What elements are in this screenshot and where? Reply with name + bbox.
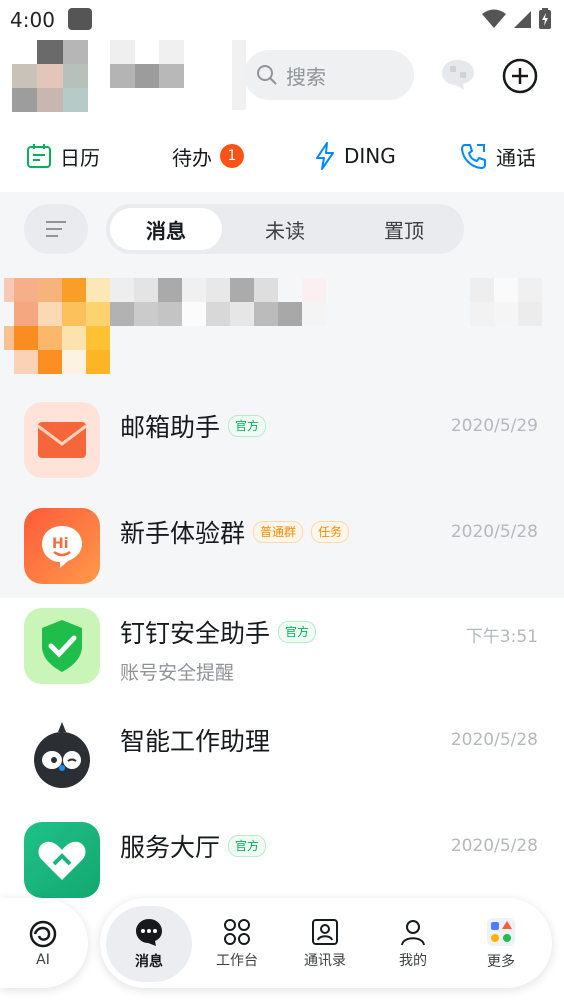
nav-more[interactable]: 更多 [458,906,544,982]
lightning-icon [316,142,334,170]
shortcut-todo[interactable]: 待办 1 [172,138,244,174]
shortcut-call[interactable]: 通话 [460,138,536,174]
robot-avatar-icon [24,716,100,792]
shortcut-calendar[interactable]: 日历 [26,138,100,174]
conversation-title: 邮箱助手 [120,413,221,442]
ai-assistant-button[interactable]: AI [0,898,88,988]
shortcut-todo-label: 待办 [172,145,212,170]
conversation-newbie-group[interactable]: Hi 新手体验群 普通群 任务 2020/5/28 [0,492,564,598]
dingtalk-messages-screen: 4:00 搜索 日历 待办 1 DING 通话 消息 未读 置顶 邮箱助手 官方… [0,0,564,1002]
user-profile-icon [401,920,425,946]
battery-icon [539,8,551,29]
search-placeholder: 搜索 [286,64,326,89]
main-tab-bar: 消息 工作台 通讯录 我的 更多 [100,898,552,988]
conversation-title: 新手体验群 [120,519,246,548]
mail-app-icon [24,402,100,478]
pinned-conversation[interactable] [0,278,564,378]
official-tag: 官方 [228,415,267,437]
notification-icon [68,8,92,30]
nav-messages-label: 消息 [135,954,163,970]
add-icon[interactable] [502,58,538,94]
nav-workbench[interactable]: 工作台 [194,906,280,982]
contacts-icon [312,919,338,945]
nav-contacts[interactable]: 通讯录 [282,906,368,982]
conversation-smart-assistant[interactable]: 智能工作助理 2020/5/28 [0,700,564,806]
message-bubble-icon [136,919,162,946]
tab-pinned[interactable]: 置顶 [348,208,460,250]
more-apps-icon [487,918,515,946]
shortcut-calendar-label: 日历 [60,145,100,170]
org-name[interactable] [110,40,184,88]
conversation-mail-assistant[interactable]: 邮箱助手 官方 2020/5/29 [0,386,564,492]
service-hall-app-icon [24,822,100,898]
group-app-icon: Hi [24,508,100,584]
official-tag: 官方 [278,621,317,643]
grid-apps-icon [224,919,250,945]
message-tabs: 消息 未读 置顶 [106,204,464,254]
nav-me-label: 我的 [399,953,427,969]
status-time: 4:00 [10,8,55,32]
conversation-date: 下午3:51 [465,627,538,647]
conversation-title-row: 邮箱助手 官方 [120,408,267,444]
conversation-security-assistant[interactable]: 钉钉安全助手 官方 下午3:51 账号安全提醒 [0,592,564,698]
phone-call-icon [461,144,486,169]
message-filter-area: 消息 未读 置顶 邮箱助手 官方 2020/5/29 Hi 新手体验群 普通群 … [0,192,564,598]
chat-bubble-icon[interactable] [440,58,476,92]
status-icons [482,8,552,30]
group-type-tag: 普通群 [253,521,304,543]
status-bar: 4:00 [0,0,564,38]
nav-ai-label: AI [36,952,50,968]
nav-me[interactable]: 我的 [370,906,456,982]
shortcut-ding[interactable]: DING [314,138,396,174]
menu-lines-icon [46,221,66,237]
conversation-title: 服务大厅 [120,833,221,862]
conversation-date: 2020/5/29 [450,416,538,436]
wifi-icon [482,9,506,28]
shortcut-bar: 日历 待办 1 DING 通话 [0,132,564,178]
security-app-icon [24,608,100,684]
svg-text:Hi: Hi [52,536,69,552]
shortcut-call-label: 通话 [496,145,536,170]
nav-ai[interactable]: AI [0,906,86,982]
nav-messages[interactable]: 消息 [106,906,192,982]
calendar-icon [27,144,51,168]
tab-messages[interactable]: 消息 [110,208,222,250]
nav-workbench-label: 工作台 [216,953,258,969]
search-input[interactable]: 搜索 [244,50,414,100]
conversation-date: 2020/5/28 [450,730,538,750]
conversation-title: 钉钉安全助手 [120,619,271,648]
signal-icon [514,11,531,28]
conversation-date: 2020/5/28 [450,836,538,856]
conversation-title: 智能工作助理 [120,727,271,756]
search-icon [257,65,277,85]
official-tag: 官方 [228,835,267,857]
conversation-title-row: 新手体验群 普通群 任务 [120,514,350,550]
tab-unread[interactable]: 未读 [229,208,341,250]
conversation-preview: 账号安全提醒 [120,662,235,684]
bottom-navigation: AI 消息 工作台 通讯录 我的 更多 [0,896,564,1002]
org-avatar[interactable] [12,40,88,112]
conversation-title-row: 服务大厅 官方 [120,828,267,864]
conversation-date: 2020/5/28 [450,522,538,542]
nav-more-label: 更多 [487,954,515,970]
todo-count-badge: 1 [220,144,244,168]
conversation-title-row: 钉钉安全助手 官方 [120,614,317,650]
shortcut-ding-label: DING [344,144,396,168]
nav-contacts-label: 通讯录 [304,953,346,969]
filter-menu-button[interactable] [24,204,88,254]
task-tag: 任务 [311,521,350,543]
ai-orb-icon [29,920,57,948]
